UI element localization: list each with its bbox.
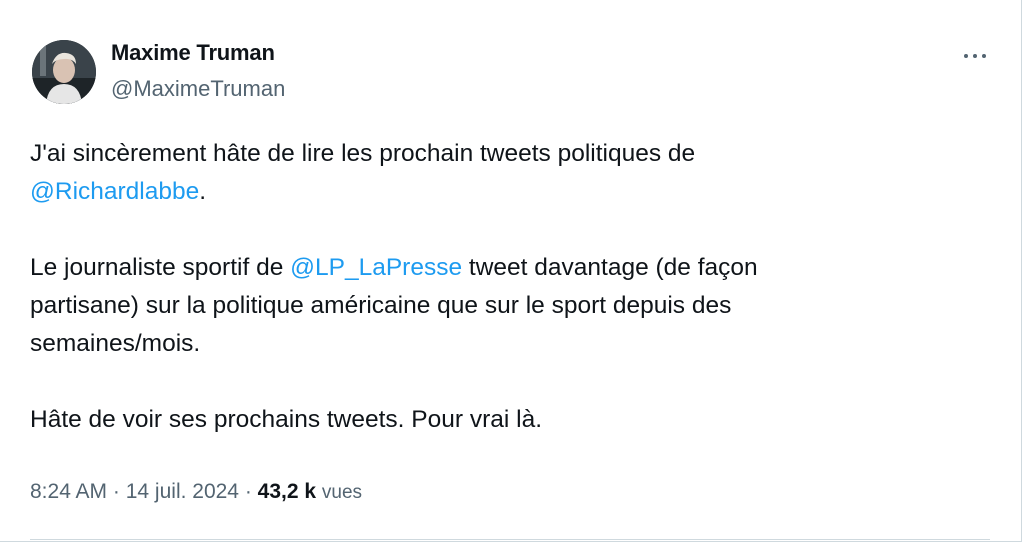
tweet-date: 14 juil. 2024 — [125, 480, 239, 503]
tweet-text-line: J'ai sincèrement hâte de lire les procha… — [30, 140, 696, 167]
author-display-name[interactable]: Maxime Truman — [111, 40, 275, 66]
tweet-text-line: semaines/mois. — [30, 330, 201, 357]
tweet-time: 8:24 AM — [30, 480, 108, 503]
more-options-icon[interactable] — [958, 44, 992, 68]
separator: · — [107, 480, 126, 503]
tweet-meta: 8:24 AM · 14 juil. 2024 · 43,2 k vues — [30, 480, 362, 504]
separator: · — [239, 480, 258, 503]
tweet-text: J'ai sincèrement hâte de lire les procha… — [30, 135, 930, 439]
tweet-text-fragment: tweet davantage (de façon — [462, 254, 758, 281]
dot — [982, 54, 986, 58]
dot — [964, 54, 968, 58]
tweet-text-fragment: Le journaliste sportif de — [30, 254, 291, 281]
views-label: vues — [321, 482, 363, 503]
tweet-paragraph: Le journaliste sportif de @LP_LaPresse t… — [30, 249, 930, 363]
dot — [973, 54, 977, 58]
views-count: 43,2 k — [257, 480, 317, 503]
tweet-text-line: partisane) sur la politique américaine q… — [30, 292, 732, 319]
divider — [30, 539, 990, 540]
avatar[interactable] — [32, 40, 96, 104]
tweet-text-line: Hâte de voir ses prochains tweets. Pour … — [30, 406, 543, 433]
author-handle[interactable]: @MaximeTruman — [111, 76, 285, 102]
tweet-paragraph: Hâte de voir ses prochains tweets. Pour … — [30, 401, 930, 439]
tweet-card: Maxime Truman @MaximeTruman J'ai sincère… — [0, 0, 1022, 542]
mention-link[interactable]: @LP_LaPresse — [290, 254, 462, 281]
tweet-timestamp[interactable]: 8:24 AM · 14 juil. 2024 — [30, 480, 239, 503]
tweet-text-fragment: . — [199, 178, 207, 205]
mention-link[interactable]: @Richardlabbe — [30, 178, 199, 205]
tweet-paragraph: J'ai sincèrement hâte de lire les procha… — [30, 135, 930, 211]
